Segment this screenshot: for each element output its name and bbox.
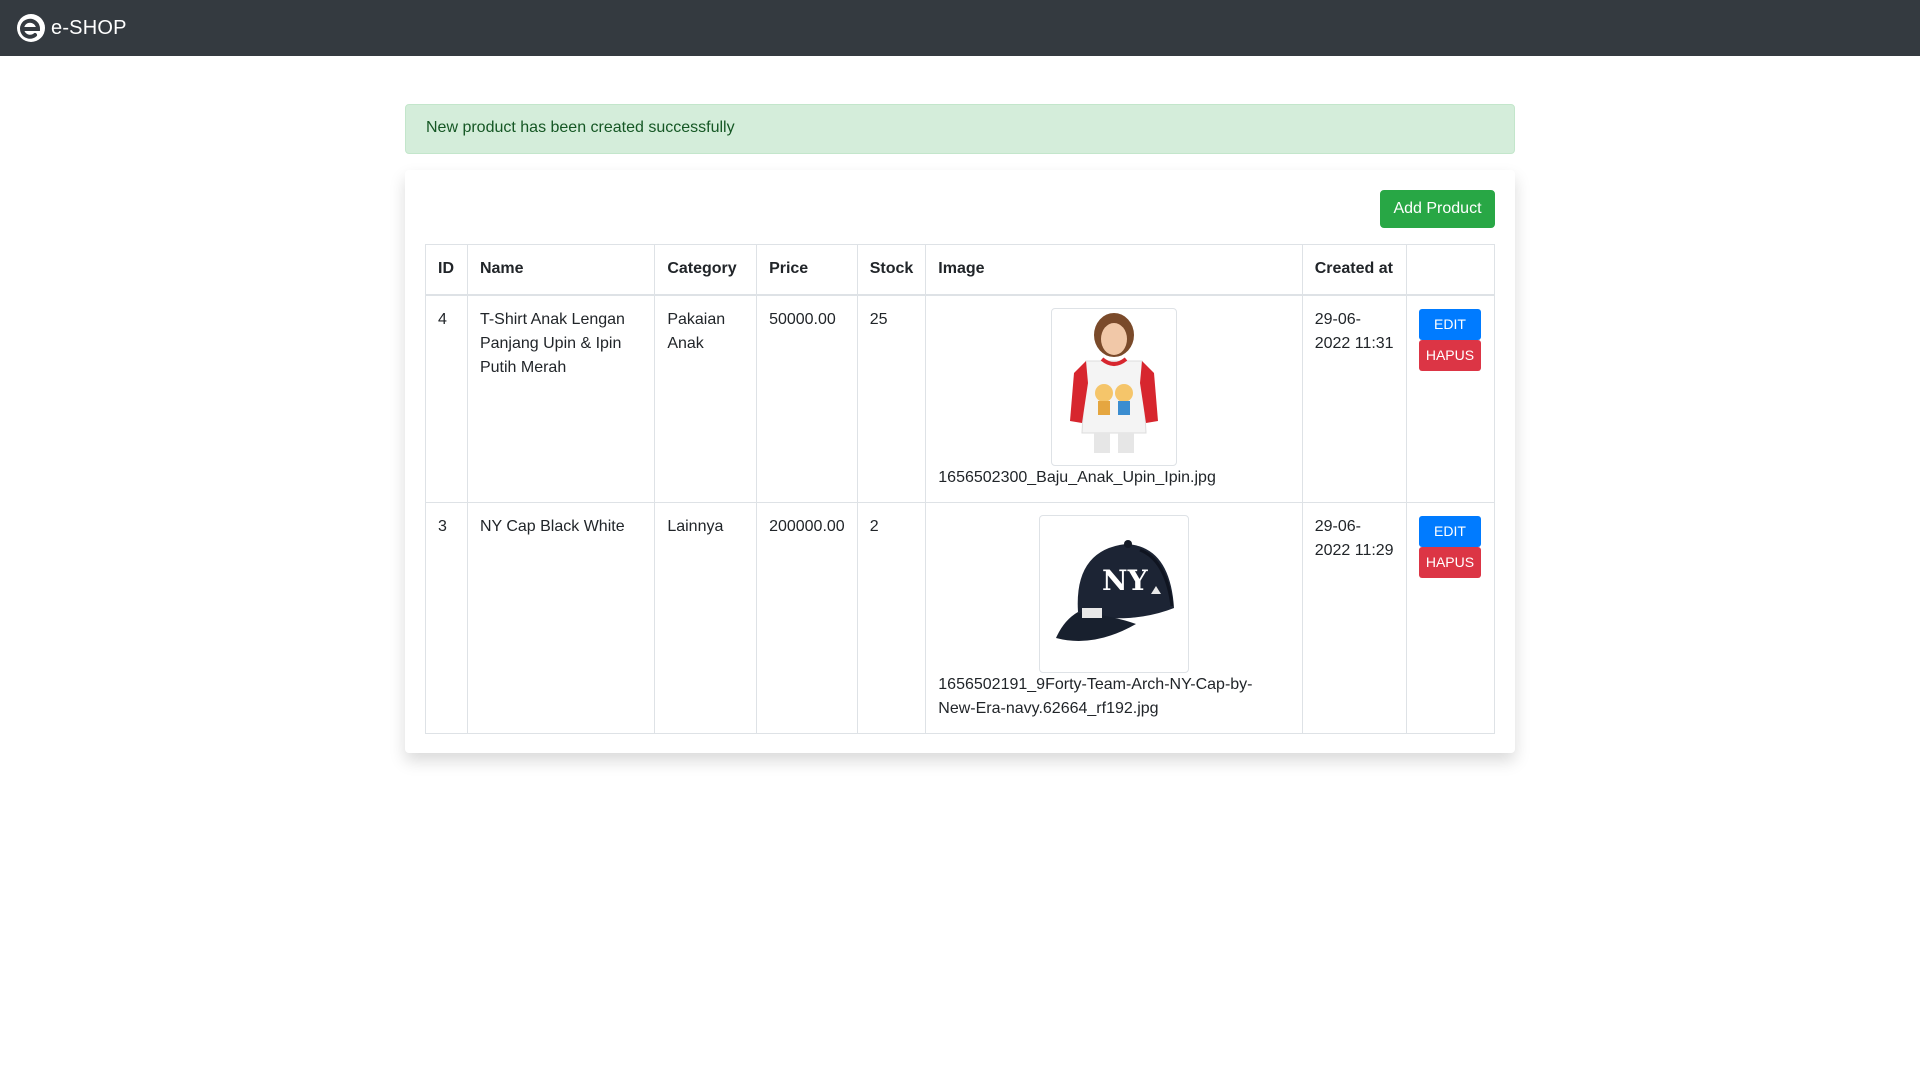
cell-name: T-Shirt Anak Lengan Panjang Upin & Ipin … bbox=[466, 294, 656, 503]
cell-created-at: 29-06-2022 11:31 bbox=[1301, 294, 1407, 503]
header-price: Price bbox=[756, 244, 858, 296]
cap-product-image: NY bbox=[1043, 519, 1184, 660]
tshirt-product-image bbox=[1055, 312, 1172, 453]
delete-button[interactable]: HAPUS bbox=[1418, 339, 1481, 371]
eshop-logo-icon bbox=[17, 14, 45, 42]
cell-actions: EDIT HAPUS bbox=[1405, 501, 1496, 734]
svg-text:NY: NY bbox=[1102, 564, 1149, 597]
cell-created-at: 29-06-2022 11:29 bbox=[1301, 501, 1407, 734]
delete-button[interactable]: HAPUS bbox=[1418, 546, 1481, 578]
edit-button[interactable]: EDIT bbox=[1418, 308, 1481, 340]
cell-price: 50000.00 bbox=[756, 294, 858, 503]
cell-stock: 2 bbox=[856, 501, 927, 734]
cell-id: 3 bbox=[425, 501, 468, 734]
cell-price: 200000.00 bbox=[756, 501, 858, 734]
add-product-button[interactable]: Add Product bbox=[1380, 190, 1495, 228]
header-stock: Stock bbox=[856, 244, 927, 296]
cell-id: 4 bbox=[425, 294, 468, 503]
top-navbar: e-SHOP bbox=[0, 0, 1920, 56]
success-alert: New product has been created successfull… bbox=[405, 104, 1515, 154]
cell-image: NY 1656502191_9Forty-Team-Arch-NY-Cap-by… bbox=[925, 501, 1303, 734]
table-row: 4 T-Shirt Anak Lengan Panjang Upin & Ipi… bbox=[425, 294, 1496, 503]
header-name: Name bbox=[466, 244, 656, 296]
brand-link[interactable]: e-SHOP bbox=[16, 13, 127, 43]
table-header-row: ID Name Category Price Stock Image Creat… bbox=[425, 244, 1496, 296]
header-category: Category bbox=[654, 244, 758, 296]
cell-category: Lainnya bbox=[654, 501, 758, 734]
edit-button[interactable]: EDIT bbox=[1418, 515, 1481, 547]
header-image: Image bbox=[925, 244, 1303, 296]
brand-name: e-SHOP bbox=[51, 16, 127, 39]
cell-stock: 25 bbox=[856, 294, 927, 503]
product-card: Add Product ID Name Category Price Stock… bbox=[405, 170, 1515, 753]
header-created-at: Created at bbox=[1301, 244, 1407, 296]
header-actions bbox=[1405, 244, 1496, 296]
product-image-tshirt bbox=[1050, 307, 1177, 466]
cell-category: Pakaian Anak bbox=[654, 294, 758, 503]
image-filename: 1656502191_9Forty-Team-Arch-NY-Cap-by-Ne… bbox=[938, 675, 1253, 717]
table-row: 3 NY Cap Black White Lainnya 200000.00 2 bbox=[425, 501, 1496, 734]
product-table: ID Name Category Price Stock Image Creat… bbox=[425, 244, 1496, 734]
product-image-cap: NY bbox=[1038, 514, 1189, 673]
cell-actions: EDIT HAPUS bbox=[1405, 294, 1496, 503]
cell-image: 1656502300_Baju_Anak_Upin_Ipin.jpg bbox=[925, 294, 1303, 503]
alert-message: New product has been created successfull… bbox=[426, 119, 735, 136]
image-filename: 1656502300_Baju_Anak_Upin_Ipin.jpg bbox=[938, 468, 1216, 486]
header-id: ID bbox=[425, 244, 468, 296]
cell-name: NY Cap Black White bbox=[466, 501, 656, 734]
